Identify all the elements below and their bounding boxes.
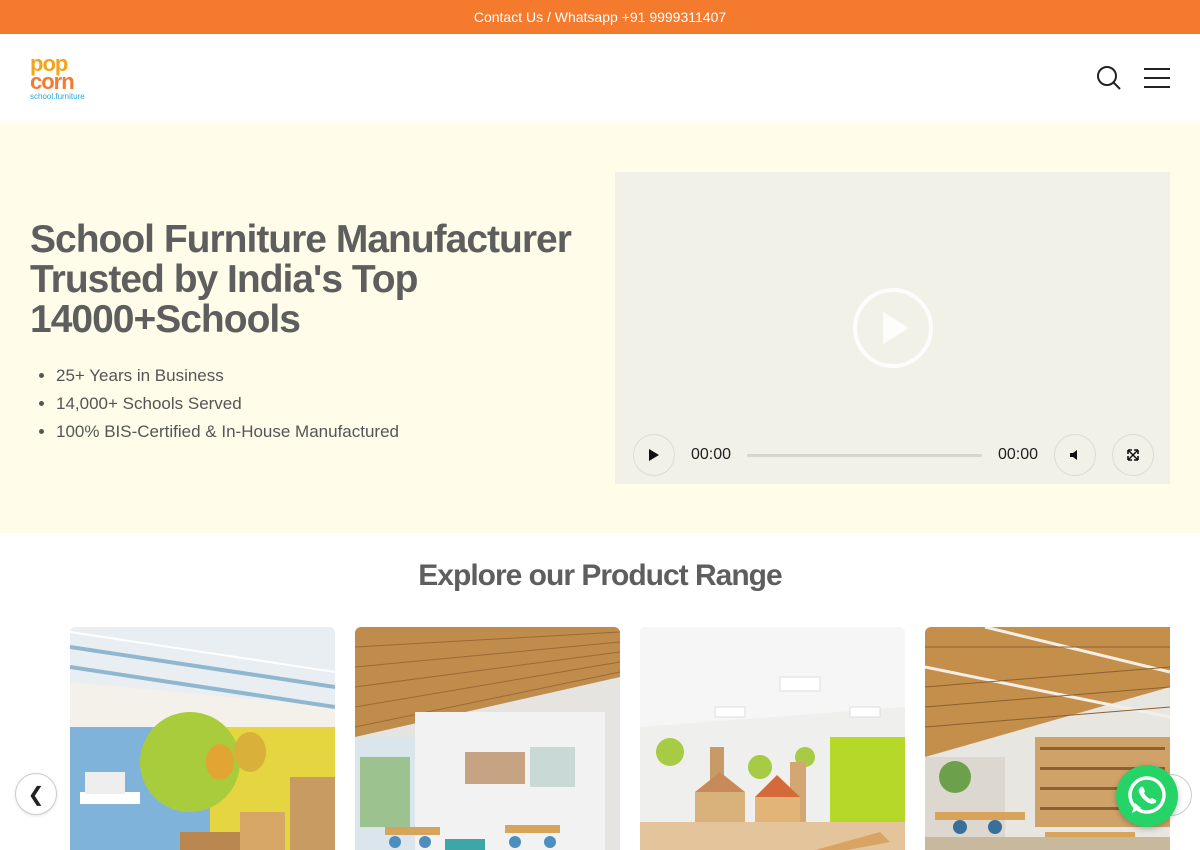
hero-section: School Furniture Manufacturer Trusted by… — [0, 122, 1200, 533]
whatsapp-icon — [1128, 776, 1166, 814]
hero-bullet: 14,000+ Schools Served — [56, 390, 615, 418]
hero-bullet: 25+ Years in Business — [56, 362, 615, 390]
product-carousel — [0, 627, 1200, 850]
product-card[interactable] — [70, 627, 335, 850]
product-range-section: Explore our Product Range ❮ — [0, 533, 1200, 850]
video-player[interactable]: 00:00 00:00 — [615, 172, 1170, 484]
contact-link[interactable]: Contact Us / Whatsapp +91 9999311407 — [474, 9, 726, 25]
carousel-prev-button[interactable]: ❮ — [15, 773, 57, 815]
volume-button[interactable] — [1054, 434, 1096, 476]
fullscreen-button[interactable] — [1112, 434, 1154, 476]
product-card[interactable] — [640, 627, 905, 850]
whatsapp-chat-button[interactable] — [1116, 765, 1178, 827]
product-image — [355, 627, 620, 850]
play-button[interactable] — [633, 434, 675, 476]
current-time: 00:00 — [691, 446, 732, 463]
logo-corn: corn — [30, 69, 75, 94]
hero-bullets: 25+ Years in Business 14,000+ Schools Se… — [30, 362, 615, 446]
site-logo[interactable]: pop corn school.furniture — [30, 53, 85, 101]
site-header: pop corn school.furniture — [0, 34, 1200, 122]
product-image — [640, 627, 905, 850]
search-icon[interactable] — [1096, 65, 1122, 91]
product-card[interactable] — [355, 627, 620, 850]
product-image — [70, 627, 335, 850]
hamburger-menu-icon[interactable] — [1144, 65, 1170, 91]
hero-title: School Furniture Manufacturer Trusted by… — [30, 218, 572, 341]
section-title: Explore our Product Range — [418, 559, 782, 592]
duration: 00:00 — [997, 446, 1038, 463]
progress-bar[interactable] — [747, 453, 982, 457]
hero-bullet: 100% BIS-Certified & In-House Manufactur… — [56, 418, 615, 446]
play-overlay-icon[interactable] — [853, 288, 933, 368]
logo-tagline: school.furniture — [30, 92, 85, 101]
top-contact-bar: Contact Us / Whatsapp +91 9999311407 — [0, 0, 1200, 34]
video-controls: 00:00 00:00 — [633, 434, 1154, 476]
